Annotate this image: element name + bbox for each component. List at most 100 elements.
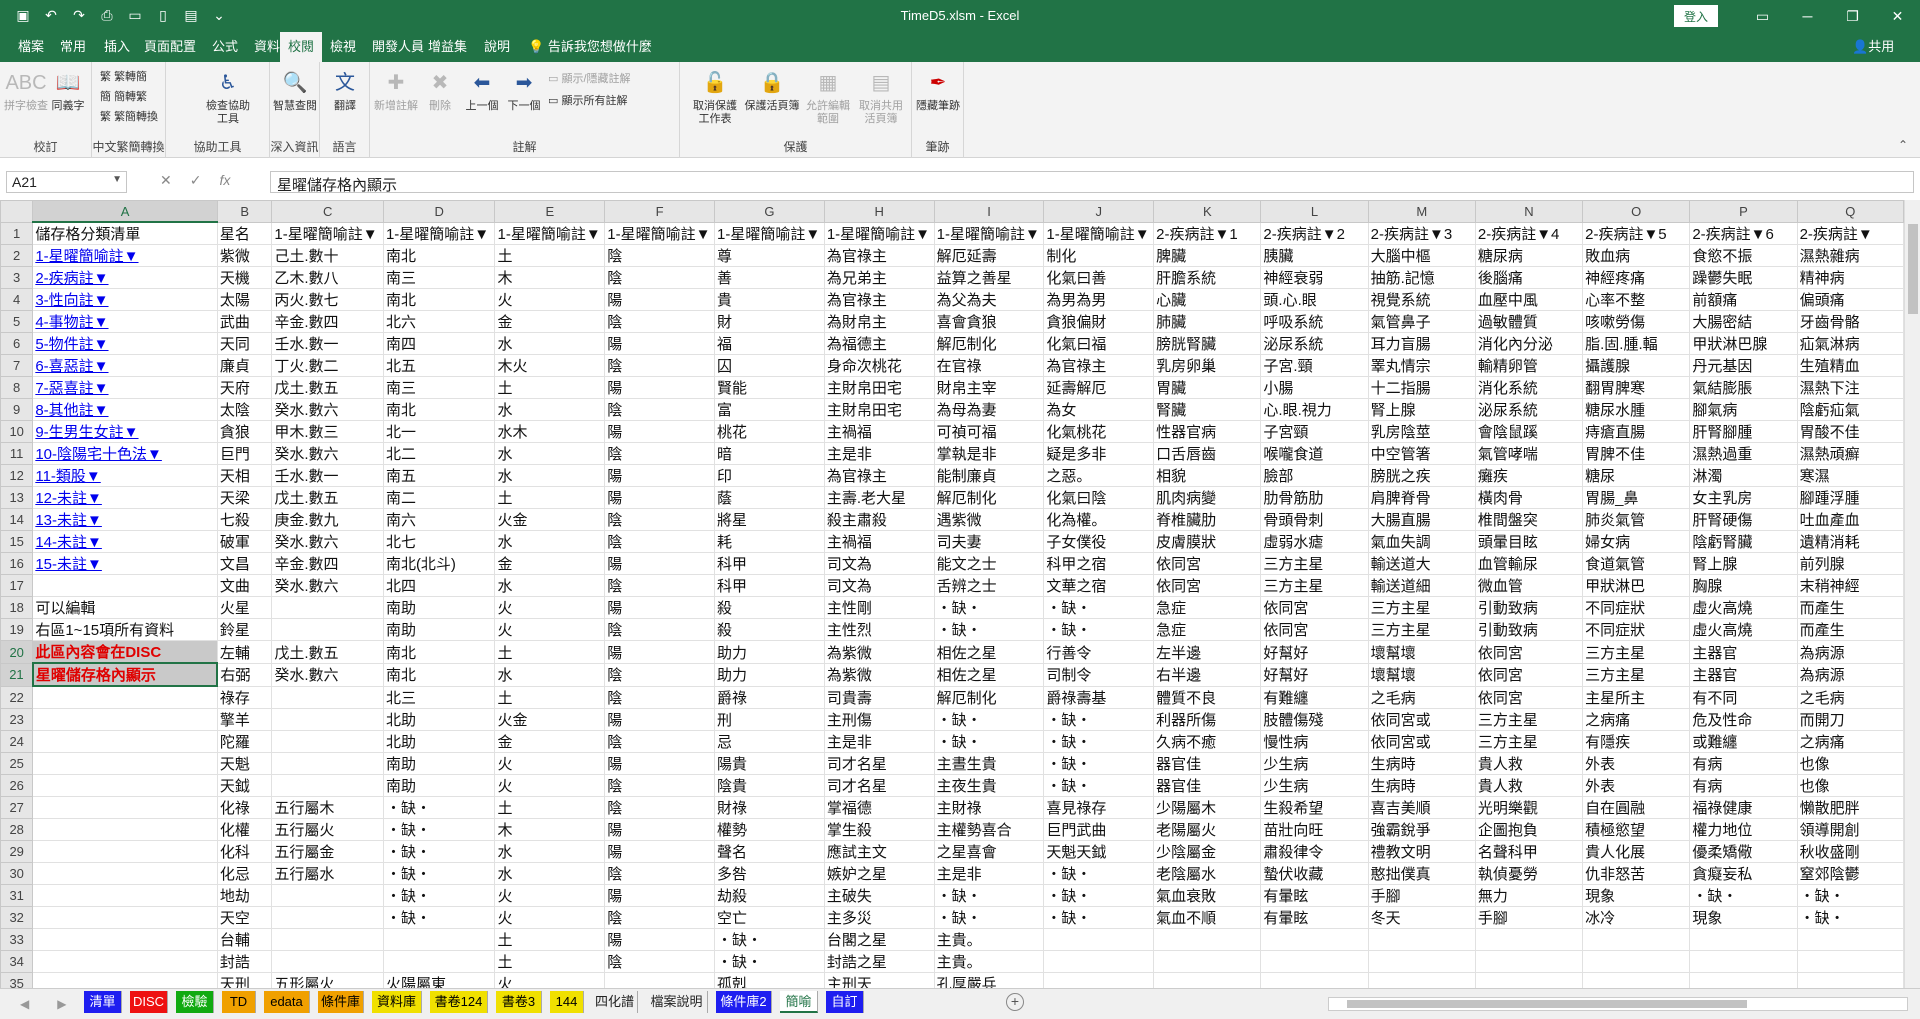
cell[interactable]: 為男為男 bbox=[1043, 288, 1155, 312]
cell[interactable]: 陰 bbox=[604, 905, 716, 929]
cell[interactable]: 主貴。 bbox=[933, 927, 1045, 951]
cell[interactable]: 三方主星 bbox=[1474, 707, 1584, 731]
cell[interactable]: ・缺・ bbox=[933, 729, 1045, 753]
cell[interactable]: 精神病 bbox=[1796, 266, 1904, 290]
cell[interactable]: 壬水.數一 bbox=[271, 464, 384, 488]
cell[interactable]: 敗血病 bbox=[1582, 244, 1691, 268]
cell[interactable]: 北二 bbox=[382, 442, 496, 466]
cell[interactable]: 解厄制化 bbox=[933, 332, 1045, 356]
category-link[interactable]: 10-陰陽宅十色法▼ bbox=[32, 442, 218, 466]
category-link[interactable]: 7-惡喜註▼ bbox=[32, 376, 218, 400]
cell[interactable] bbox=[32, 729, 218, 753]
sheet-tab[interactable]: 檢驗 bbox=[176, 991, 214, 1013]
cell[interactable]: 為福德主 bbox=[823, 332, 935, 356]
cell[interactable]: 火 bbox=[494, 751, 606, 775]
cell[interactable]: 水 bbox=[494, 861, 606, 885]
cell[interactable]: 文華之宿 bbox=[1043, 574, 1155, 598]
cell[interactable]: 三方主星 bbox=[1367, 618, 1476, 642]
cell[interactable]: 在官祿 bbox=[933, 354, 1045, 378]
row-header[interactable]: 7 bbox=[0, 354, 34, 378]
cell[interactable] bbox=[32, 773, 218, 797]
cell[interactable]: 癸水.數六 bbox=[271, 530, 384, 554]
cell[interactable]: 而產生 bbox=[1796, 618, 1904, 642]
cell[interactable]: 有暈眩 bbox=[1260, 905, 1369, 929]
cell[interactable]: ・缺・ bbox=[933, 596, 1045, 620]
cell[interactable]: 殺 bbox=[714, 618, 825, 642]
tab-addins[interactable]: 增益集 bbox=[420, 32, 475, 62]
cell[interactable]: 壬水.數一 bbox=[271, 332, 384, 356]
cell[interactable]: 主器官 bbox=[1689, 662, 1798, 687]
trad-to-simp-button[interactable]: 繁 繁轉簡 bbox=[100, 68, 147, 84]
cell[interactable]: 為母為妻 bbox=[933, 398, 1045, 422]
row-header[interactable]: 2 bbox=[0, 244, 34, 268]
cell[interactable]: 丙火.數七 bbox=[271, 288, 384, 312]
cell[interactable]: 貪狼偏財 bbox=[1043, 310, 1155, 334]
cell[interactable]: 水 bbox=[494, 574, 606, 598]
cell[interactable]: 心.眼.視力 bbox=[1260, 398, 1369, 422]
row-header[interactable]: 18 bbox=[0, 596, 34, 620]
cell[interactable]: 己土.數十 bbox=[271, 244, 384, 268]
cell[interactable]: 金 bbox=[494, 310, 606, 334]
cell[interactable]: 北四 bbox=[382, 574, 496, 598]
cell[interactable]: 陽 bbox=[604, 486, 716, 510]
cell[interactable]: 無力 bbox=[1474, 883, 1584, 907]
cell[interactable]: 三方主星 bbox=[1582, 662, 1691, 687]
cell[interactable]: 企圖抱負 bbox=[1474, 817, 1584, 841]
cell[interactable]: 急症 bbox=[1153, 618, 1262, 642]
cell[interactable] bbox=[271, 707, 384, 731]
cell[interactable]: 主禍福 bbox=[823, 530, 935, 554]
cell[interactable] bbox=[1689, 949, 1798, 973]
cell[interactable]: ・缺・ bbox=[1043, 905, 1155, 929]
cell[interactable]: 土 bbox=[494, 795, 606, 819]
cell[interactable]: 主是非 bbox=[823, 729, 935, 753]
cell[interactable]: 微血管 bbox=[1474, 574, 1584, 598]
cell[interactable]: 虛弱水瘧 bbox=[1260, 530, 1369, 554]
cell[interactable]: 左半邊 bbox=[1153, 640, 1262, 664]
cell[interactable]: ・缺・ bbox=[382, 905, 496, 929]
cell[interactable]: 1-星曜簡喻註▼ bbox=[382, 221, 496, 246]
cell[interactable]: 臉部 bbox=[1260, 464, 1369, 488]
cell[interactable]: 天同 bbox=[216, 332, 273, 356]
cell[interactable]: 偏頭痛 bbox=[1796, 288, 1904, 312]
cell[interactable]: 爵祿壽基 bbox=[1043, 685, 1155, 709]
enter-icon[interactable]: ✓ bbox=[190, 172, 202, 189]
cell[interactable]: 司貴壽 bbox=[823, 685, 935, 709]
cell[interactable]: 有不同 bbox=[1689, 685, 1798, 709]
cell[interactable]: 依同宮 bbox=[1153, 574, 1262, 598]
cell[interactable]: 癱疾 bbox=[1474, 464, 1584, 488]
cell[interactable] bbox=[271, 773, 384, 797]
cell[interactable]: 為紫微 bbox=[823, 640, 935, 664]
cell[interactable]: 南助 bbox=[382, 751, 496, 775]
category-link[interactable]: 14-未註▼ bbox=[32, 530, 218, 554]
sheet-tab[interactable]: 清單 bbox=[84, 991, 122, 1013]
cell[interactable]: 陽 bbox=[604, 707, 716, 731]
cell[interactable]: 消化系統 bbox=[1474, 376, 1584, 400]
cell[interactable]: 老陰屬水 bbox=[1153, 861, 1262, 885]
cell[interactable]: 南北 bbox=[382, 288, 496, 312]
cell[interactable]: 少陰屬金 bbox=[1153, 839, 1262, 863]
cell[interactable]: ・缺・ bbox=[1043, 861, 1155, 885]
thesaurus-button[interactable]: 📖 同義字 bbox=[46, 68, 90, 113]
cell[interactable]: 孤剋 bbox=[714, 971, 825, 988]
cell[interactable]: 三方主星 bbox=[1260, 574, 1369, 598]
cell[interactable]: 丁火.數二 bbox=[271, 354, 384, 378]
cell[interactable]: 優柔矯儆 bbox=[1689, 839, 1798, 863]
cell[interactable]: 土 bbox=[494, 244, 606, 268]
cell[interactable]: 火金 bbox=[494, 707, 606, 731]
row-header[interactable]: 22 bbox=[0, 685, 34, 709]
cell[interactable]: 貴 bbox=[714, 288, 825, 312]
cell[interactable]: 睪丸情宗 bbox=[1367, 354, 1476, 378]
row-header[interactable]: 17 bbox=[0, 574, 34, 598]
cell[interactable]: 司文為 bbox=[823, 552, 935, 576]
row-header[interactable]: 11 bbox=[0, 442, 34, 466]
worksheet-grid[interactable]: ABCDEFGHIJKLMNOPQ 1 儲存格分類清單 星名 1-星曜簡喻註▼ 1-星曜… bbox=[0, 200, 1904, 988]
sheet-tab[interactable]: 四化譜 bbox=[592, 991, 638, 1013]
cell[interactable]: 皮膚膜狀 bbox=[1153, 530, 1262, 554]
cell[interactable] bbox=[1474, 949, 1584, 973]
cell[interactable] bbox=[32, 707, 218, 731]
cell[interactable]: 掌生殺 bbox=[823, 817, 935, 841]
cell[interactable] bbox=[1689, 971, 1798, 988]
cell[interactable]: 脂.固.腫.輻 bbox=[1582, 332, 1691, 356]
cell[interactable]: 翻胃脾寒 bbox=[1582, 376, 1691, 400]
column-header-d[interactable]: D bbox=[382, 200, 496, 223]
